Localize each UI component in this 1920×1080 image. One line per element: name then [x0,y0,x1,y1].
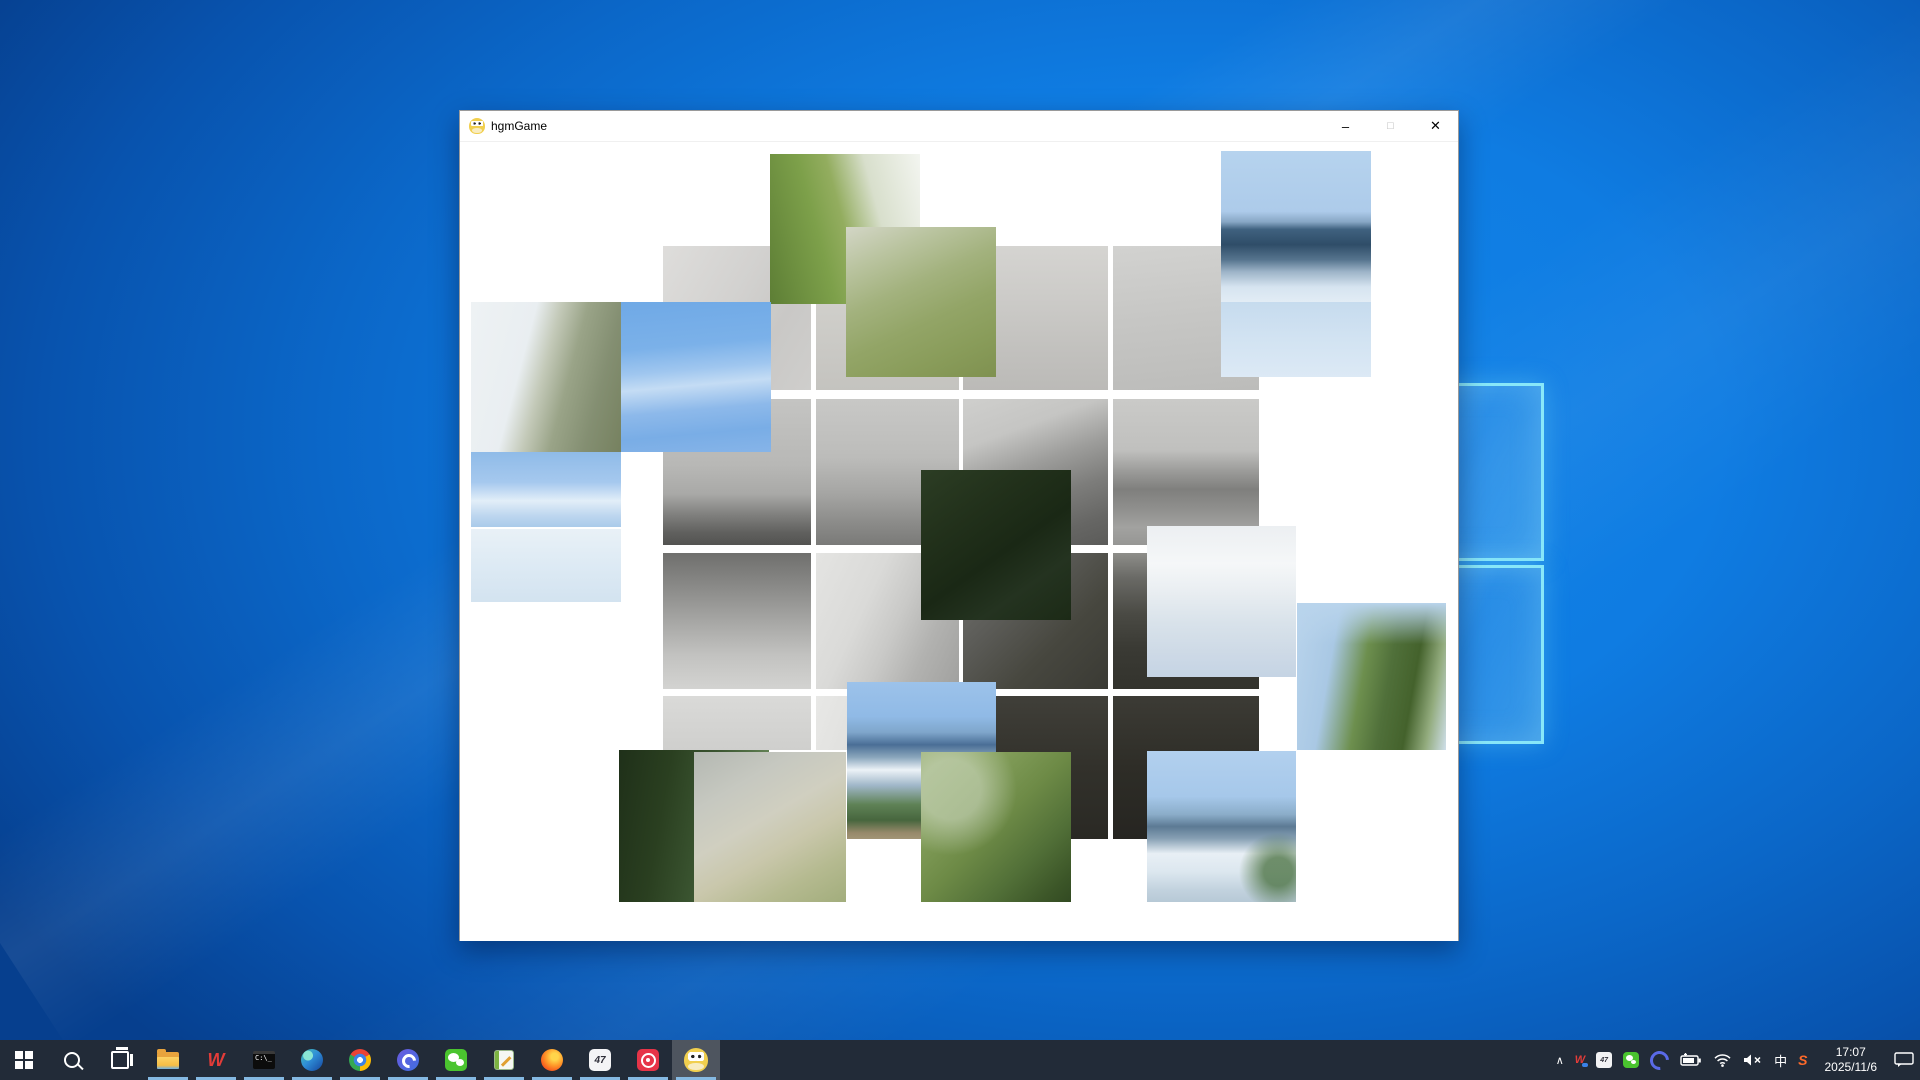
piece-blue-fog-bottomright[interactable] [1147,751,1296,902]
chrome-button[interactable] [336,1040,384,1080]
tray-chevron-up[interactable]: ∧ [1556,1054,1564,1067]
clock-date: 2025/11/6 [1825,1060,1878,1075]
battery-icon[interactable] [1680,1053,1702,1067]
tray-blue-c-ring-icon[interactable] [1646,1047,1673,1074]
piece-grass-slope-top[interactable] [846,227,996,377]
edge-button[interactable] [288,1040,336,1080]
piece-misty-slope-left[interactable] [471,302,621,452]
notepad-plus-plus-icon [494,1050,514,1070]
psyduck-icon [469,118,485,134]
wechat-button[interactable] [432,1040,480,1080]
file-explorer-icon [157,1052,179,1069]
tray-lightning-47-icon[interactable]: 47 [1596,1052,1612,1068]
psyduck-app-icon [469,118,485,134]
clock-time: 17:07 [1836,1045,1866,1060]
title-bar[interactable]: hgmGame – □ ✕ [460,111,1458,142]
tray-wps-icon[interactable]: W [1575,1054,1585,1066]
taskbar-empty-area [720,1040,1556,1080]
board-cell-r4c1 [663,696,811,750]
piece-fog-green-bottomleft[interactable] [694,752,846,902]
wps-office-button[interactable]: W [192,1040,240,1080]
taskbar-apps: W C:\_ 47 [0,1040,720,1080]
hgmgame-window: hgmGame – □ ✕ [459,110,1459,941]
red-music-icon [637,1049,659,1071]
command-prompt-button[interactable]: C:\_ [240,1040,288,1080]
lightning-47-icon: 47 [589,1049,611,1071]
red-music-app-button[interactable] [624,1040,672,1080]
piece-pale-sky-topright[interactable] [1221,302,1371,377]
sogou-input-icon[interactable]: S [1798,1052,1807,1068]
board-cell-r3c1 [663,553,811,689]
blue-c-browser-button[interactable] [384,1040,432,1080]
wechat-icon [445,1049,467,1071]
piece-dark-forest-center[interactable] [921,470,1071,620]
search-icon [64,1052,80,1068]
taskbar: W C:\_ 47 ∧ W 47 中 S 17:07 2025/11/6 [0,1040,1920,1080]
notepad-plus-plus-button[interactable] [480,1040,528,1080]
volume-muted-icon[interactable] [1743,1053,1763,1067]
terminal-icon: C:\_ [253,1051,275,1069]
minimize-button[interactable]: – [1323,111,1368,141]
lightning-47-button[interactable]: 47 [576,1040,624,1080]
blue-c-ring-icon [397,1049,419,1071]
piece-blue-mountains-topright[interactable] [1221,151,1371,302]
board-cell-r2c4 [1113,399,1259,545]
psyduck-game-icon [684,1048,708,1072]
close-button[interactable]: ✕ [1413,111,1458,141]
maximize-button[interactable]: □ [1368,111,1413,141]
action-center-icon[interactable] [1894,1052,1914,1068]
task-view-button[interactable] [96,1040,144,1080]
search-button[interactable] [48,1040,96,1080]
system-tray: ∧ W 47 中 S 17:07 2025/11/6 [1556,1040,1920,1080]
piece-green-peak-right[interactable] [1297,603,1446,750]
firefox-button[interactable] [528,1040,576,1080]
psyduck-icon [684,1048,708,1072]
ime-language-indicator[interactable]: 中 [1774,1051,1787,1070]
puzzle-canvas[interactable] [460,142,1458,941]
window-title: hgmGame [491,119,1323,133]
taskbar-clock[interactable]: 17:07 2025/11/6 [1819,1045,1884,1075]
wifi-icon[interactable] [1713,1053,1732,1067]
windows-logo-icon [15,1051,33,1069]
piece-pale-haze-left[interactable] [471,529,621,602]
firefox-icon [541,1049,563,1071]
edge-icon [301,1049,323,1071]
piece-green-mountain-bottom[interactable] [921,752,1071,902]
piece-blue-sky-left[interactable] [621,302,771,452]
wps-icon: W [208,1051,225,1069]
hgm-game-taskbar-button[interactable] [672,1040,720,1080]
start-button[interactable] [0,1040,48,1080]
file-explorer-button[interactable] [144,1040,192,1080]
chrome-icon [349,1049,371,1071]
piece-cloud-band-left[interactable] [471,452,621,527]
piece-white-fog-right[interactable] [1147,526,1296,677]
tray-wechat-icon[interactable] [1623,1052,1639,1068]
task-view-icon [111,1051,129,1069]
